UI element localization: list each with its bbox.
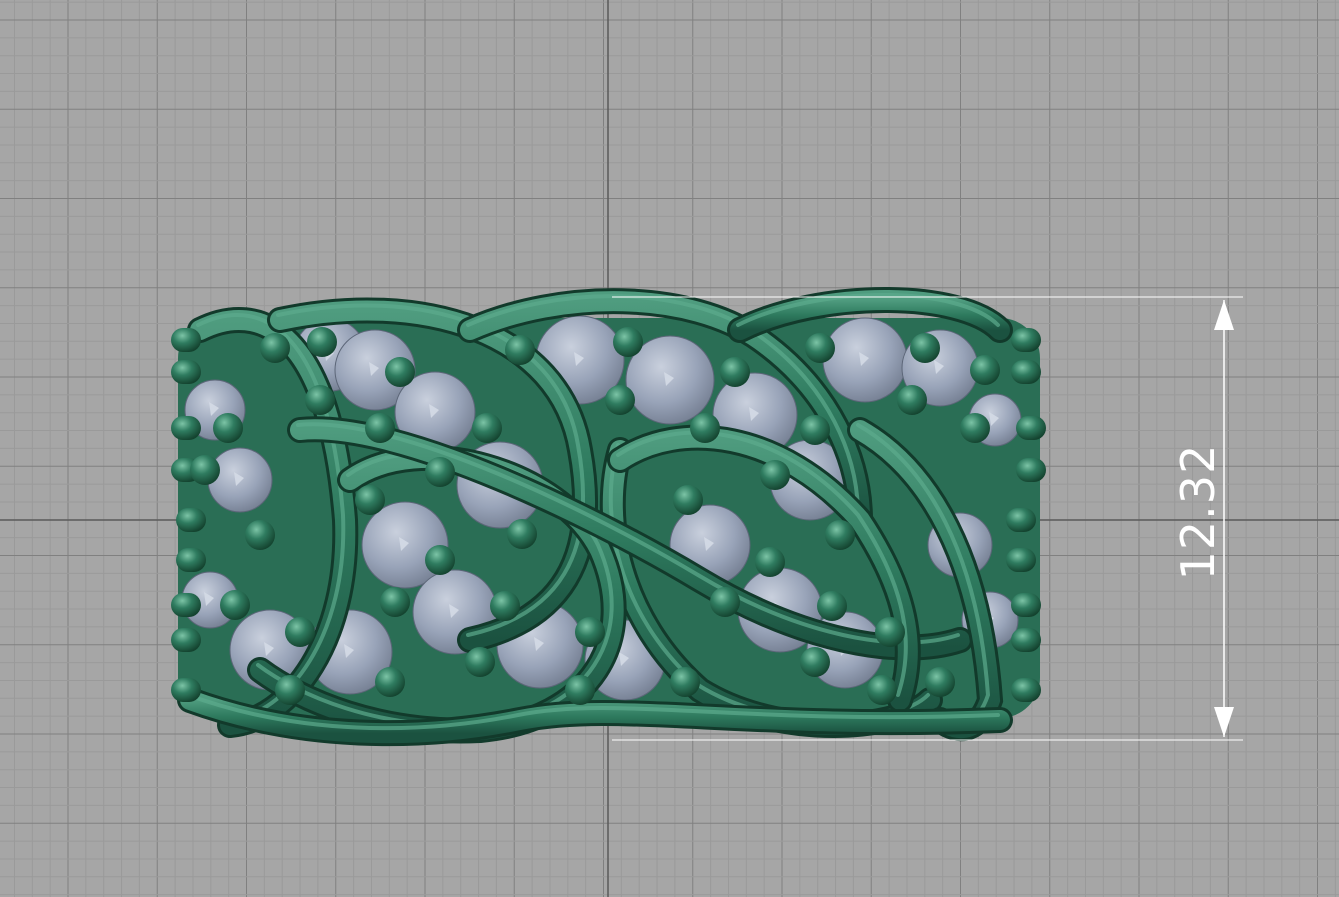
prong-bead (710, 587, 740, 617)
prong-bar (1011, 628, 1041, 652)
prong-bar (171, 593, 201, 617)
prong-bead (465, 647, 495, 677)
prong-bar (1011, 593, 1041, 617)
prong-bead (275, 675, 305, 705)
prong-bar (1006, 508, 1036, 532)
prong-bar (171, 328, 201, 352)
prong-bead (673, 485, 703, 515)
prong-bead (755, 547, 785, 577)
prong-bar (171, 628, 201, 652)
prong-bead (817, 591, 847, 621)
prong-bead (805, 333, 835, 363)
viewport-canvas[interactable] (0, 0, 1339, 897)
prong-bead (355, 485, 385, 515)
dimension-arrow-top-icon (1214, 300, 1234, 330)
prong-bead (875, 617, 905, 647)
prong-bead (260, 333, 290, 363)
prong-bar (176, 548, 206, 572)
prong-bead (760, 460, 790, 490)
prong-bead (690, 413, 720, 443)
prong-bead (425, 545, 455, 575)
prong-bead (505, 335, 535, 365)
prong-bead (613, 327, 643, 357)
ring-model[interactable] (171, 287, 1046, 747)
prong-bead (220, 590, 250, 620)
prong-bar (171, 416, 201, 440)
prong-bead (213, 413, 243, 443)
prong-bead (960, 413, 990, 443)
prong-bead (970, 355, 1000, 385)
prong-bead (565, 675, 595, 705)
prong-bead (605, 385, 635, 415)
prong-bar (1016, 416, 1046, 440)
prong-bar (1006, 548, 1036, 572)
prong-bead (375, 667, 405, 697)
prong-bead (380, 587, 410, 617)
prong-bead (925, 667, 955, 697)
prong-bead (245, 520, 275, 550)
prong-bead (670, 667, 700, 697)
prong-bar (171, 678, 201, 702)
prong-bead (472, 413, 502, 443)
prong-bead (825, 520, 855, 550)
prong-bead (910, 333, 940, 363)
prong-bar (1011, 328, 1041, 352)
prong-bar (1016, 458, 1046, 482)
prong-bar (176, 508, 206, 532)
prong-bar (1011, 360, 1041, 384)
front-viewport[interactable]: 12.32 (0, 0, 1339, 897)
prong-bead (720, 357, 750, 387)
prong-bead (305, 385, 335, 415)
prong-bead (800, 415, 830, 445)
prong-bar (1011, 678, 1041, 702)
prong-bead (867, 675, 897, 705)
dimension-arrow-bottom-icon (1214, 707, 1234, 737)
prong-bar (171, 360, 201, 384)
prong-bead (507, 519, 537, 549)
prong-bead (575, 617, 605, 647)
prong-bead (897, 385, 927, 415)
prong-bead (800, 647, 830, 677)
prong-bead (190, 455, 220, 485)
prong-bead (425, 457, 455, 487)
prong-bead (385, 357, 415, 387)
prong-bead (365, 413, 395, 443)
prong-bead (307, 327, 337, 357)
prong-bead (490, 591, 520, 621)
prong-bead (285, 617, 315, 647)
dimension-value-label[interactable]: 12.32 (1171, 444, 1225, 581)
